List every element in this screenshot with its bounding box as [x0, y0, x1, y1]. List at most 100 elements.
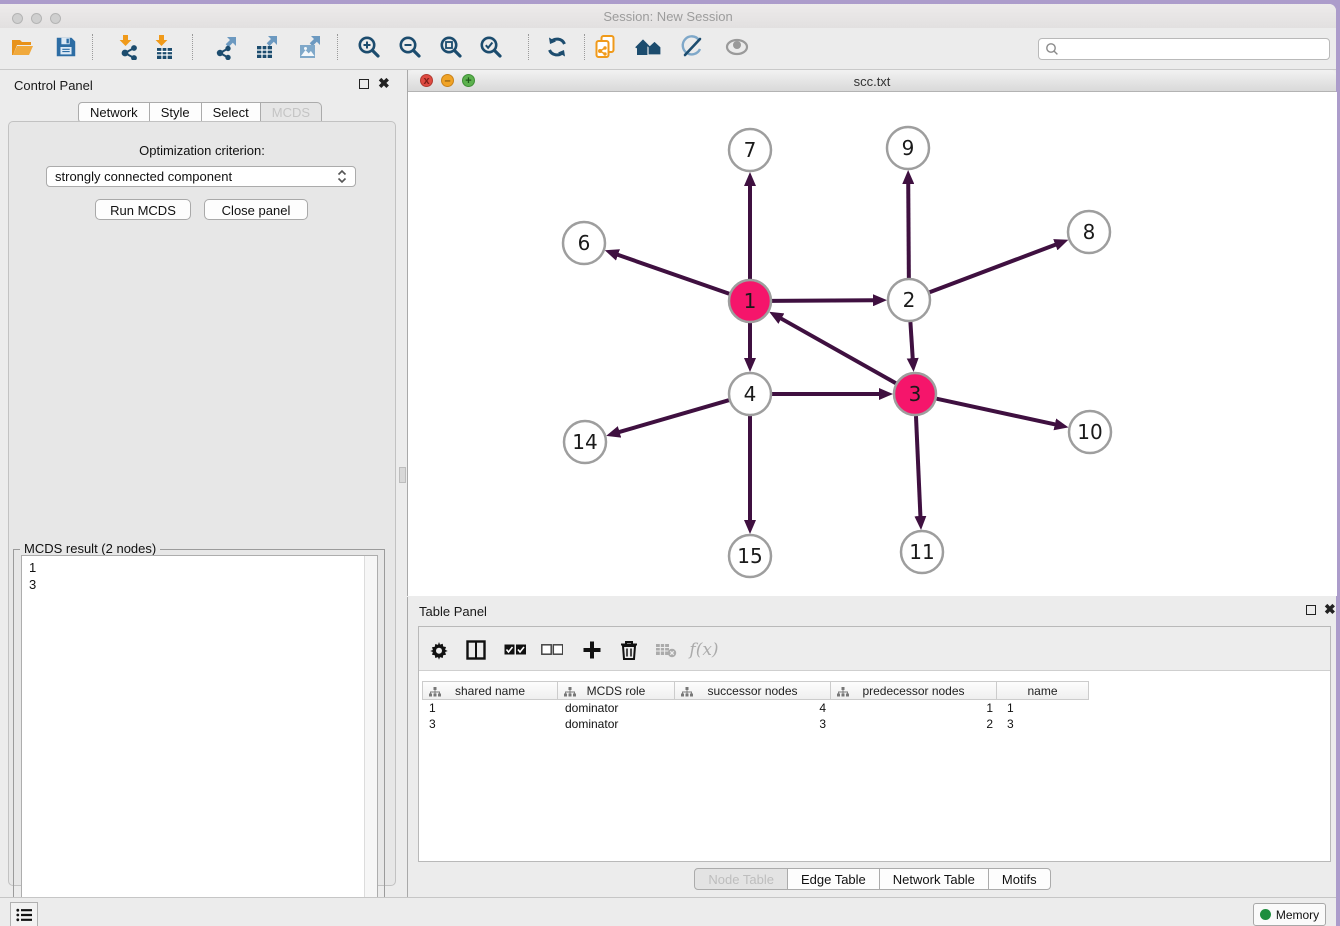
window-title: Session: New Session — [0, 9, 1336, 24]
import-network-button[interactable] — [111, 31, 143, 63]
refresh-button[interactable] — [541, 31, 573, 63]
run-mcds-button[interactable]: Run MCDS — [95, 199, 191, 220]
float-panel-icon[interactable] — [359, 79, 369, 89]
column-header-mcds-role[interactable]: MCDS role — [557, 681, 675, 700]
table-row[interactable]: 1 dominator 4 1 1 — [422, 700, 1093, 716]
zoom-fit-button[interactable] — [435, 31, 467, 63]
column-label: predecessor nodes — [862, 684, 964, 698]
mcds-result-groupbox: MCDS result (2 nodes) 1 3 — [13, 549, 385, 926]
tab-node-table[interactable]: Node Table — [694, 868, 788, 890]
column-header-shared-name[interactable]: shared name — [422, 681, 558, 700]
tab-style[interactable]: Style — [149, 102, 202, 123]
vertical-splitter-handle[interactable] — [399, 467, 406, 483]
function-builder-button-disabled: f(x) — [689, 635, 719, 665]
network-canvas[interactable]: 7968124314101511 — [408, 92, 1337, 596]
home-button[interactable] — [633, 31, 665, 63]
node-label-3: 3 — [909, 382, 922, 406]
node-label-4: 4 — [744, 382, 757, 406]
network-view-window: x – + scc.txt 7968124314101511 — [407, 70, 1336, 596]
edge-2-9[interactable] — [908, 183, 909, 278]
cell-shared-name[interactable]: 1 — [422, 700, 558, 716]
add-column-button[interactable] — [577, 635, 607, 665]
open-session-button[interactable] — [6, 31, 38, 63]
network-graph[interactable]: 7968124314101511 — [408, 92, 1337, 596]
node-label-7: 7 — [744, 138, 757, 162]
memory-button[interactable]: Memory — [1253, 903, 1326, 926]
delete-column-button[interactable] — [614, 635, 644, 665]
result-line: 1 — [29, 559, 377, 576]
node-label-9: 9 — [902, 136, 915, 160]
export-table-button[interactable] — [251, 31, 283, 63]
optimization-criterion-dropdown[interactable]: strongly connected component — [46, 166, 356, 187]
show-graphics-details-button[interactable] — [721, 31, 753, 63]
status-bar: Memory — [0, 897, 1336, 926]
split-columns-button[interactable] — [461, 635, 491, 665]
zoom-out-icon — [397, 34, 423, 60]
cell-mcds-role[interactable]: dominator — [558, 716, 676, 732]
cell-mcds-role[interactable]: dominator — [558, 700, 676, 716]
zoom-in-button[interactable] — [353, 31, 385, 63]
edge-1-2[interactable] — [772, 300, 874, 301]
export-network-button[interactable] — [210, 31, 242, 63]
search-field[interactable] — [1038, 38, 1330, 60]
tab-select[interactable]: Select — [201, 102, 261, 123]
main-toolbar — [0, 28, 1336, 70]
column-header-successor-nodes[interactable]: successor nodes — [674, 681, 831, 700]
edge-2-3[interactable] — [910, 322, 912, 359]
task-history-button[interactable] — [10, 902, 38, 926]
tab-network-table[interactable]: Network Table — [879, 868, 989, 890]
export-image-icon — [297, 34, 323, 60]
save-session-button[interactable] — [50, 31, 82, 63]
tab-motifs[interactable]: Motifs — [988, 868, 1051, 890]
close-panel-icon[interactable]: ✖ — [378, 75, 390, 91]
toolbar-separator — [528, 34, 529, 60]
tab-mcds[interactable]: MCDS — [260, 102, 322, 123]
split-columns-icon — [466, 640, 486, 660]
zoom-selected-button[interactable] — [475, 31, 507, 63]
clone-network-button[interactable] — [589, 31, 621, 63]
node-label-2: 2 — [903, 288, 916, 312]
cell-successor-nodes[interactable]: 4 — [676, 700, 833, 716]
fx-icon: f(x) — [689, 640, 718, 660]
tab-network[interactable]: Network — [78, 102, 150, 123]
control-panel: Control Panel ✖ Network Style Select MCD… — [0, 71, 405, 897]
edge-3-10[interactable] — [936, 399, 1055, 425]
close-panel-button[interactable]: Close panel — [204, 199, 308, 220]
edge-3-11[interactable] — [916, 416, 920, 517]
node-label-6: 6 — [578, 231, 591, 255]
memory-status-icon — [1260, 909, 1271, 920]
column-header-name[interactable]: name — [996, 681, 1089, 700]
column-header-predecessor-nodes[interactable]: predecessor nodes — [830, 681, 997, 700]
mcds-result-legend: MCDS result (2 nodes) — [20, 541, 160, 556]
cell-name[interactable]: 3 — [1000, 716, 1093, 732]
edge-3-1[interactable] — [780, 318, 895, 383]
cell-name[interactable]: 1 — [1000, 700, 1093, 716]
close-table-panel-icon[interactable]: ✖ — [1324, 601, 1336, 617]
import-table-button[interactable] — [147, 31, 179, 63]
float-table-panel-icon[interactable] — [1306, 605, 1316, 615]
tab-edge-table[interactable]: Edge Table — [787, 868, 880, 890]
edge-4-14[interactable] — [619, 400, 729, 432]
cell-predecessor-nodes[interactable]: 2 — [833, 716, 1000, 732]
edge-2-8[interactable] — [930, 244, 1057, 292]
table-row[interactable]: 3 dominator 3 2 3 — [422, 716, 1093, 732]
edge-1-6[interactable] — [617, 255, 729, 294]
export-network-icon — [213, 34, 239, 60]
cell-shared-name[interactable]: 3 — [422, 716, 558, 732]
export-image-button[interactable] — [294, 31, 326, 63]
result-line: 3 — [29, 576, 377, 593]
cell-predecessor-nodes[interactable]: 1 — [833, 700, 1000, 716]
mcds-result-textarea[interactable]: 1 3 — [21, 555, 378, 917]
zoom-in-icon — [356, 34, 382, 60]
cell-successor-nodes[interactable]: 3 — [676, 716, 833, 732]
search-input[interactable] — [1059, 40, 1329, 58]
delete-table-icon — [655, 642, 677, 658]
hide-panels-button[interactable] — [676, 31, 708, 63]
eye-icon — [723, 34, 751, 60]
select-all-columns-button[interactable] — [500, 635, 530, 665]
zoom-out-button[interactable] — [394, 31, 426, 63]
table-settings-button[interactable] — [424, 635, 454, 665]
result-scrollbar[interactable] — [364, 556, 377, 916]
network-view-titlebar[interactable]: x – + scc.txt — [408, 70, 1336, 92]
deselect-all-columns-button[interactable] — [537, 635, 567, 665]
